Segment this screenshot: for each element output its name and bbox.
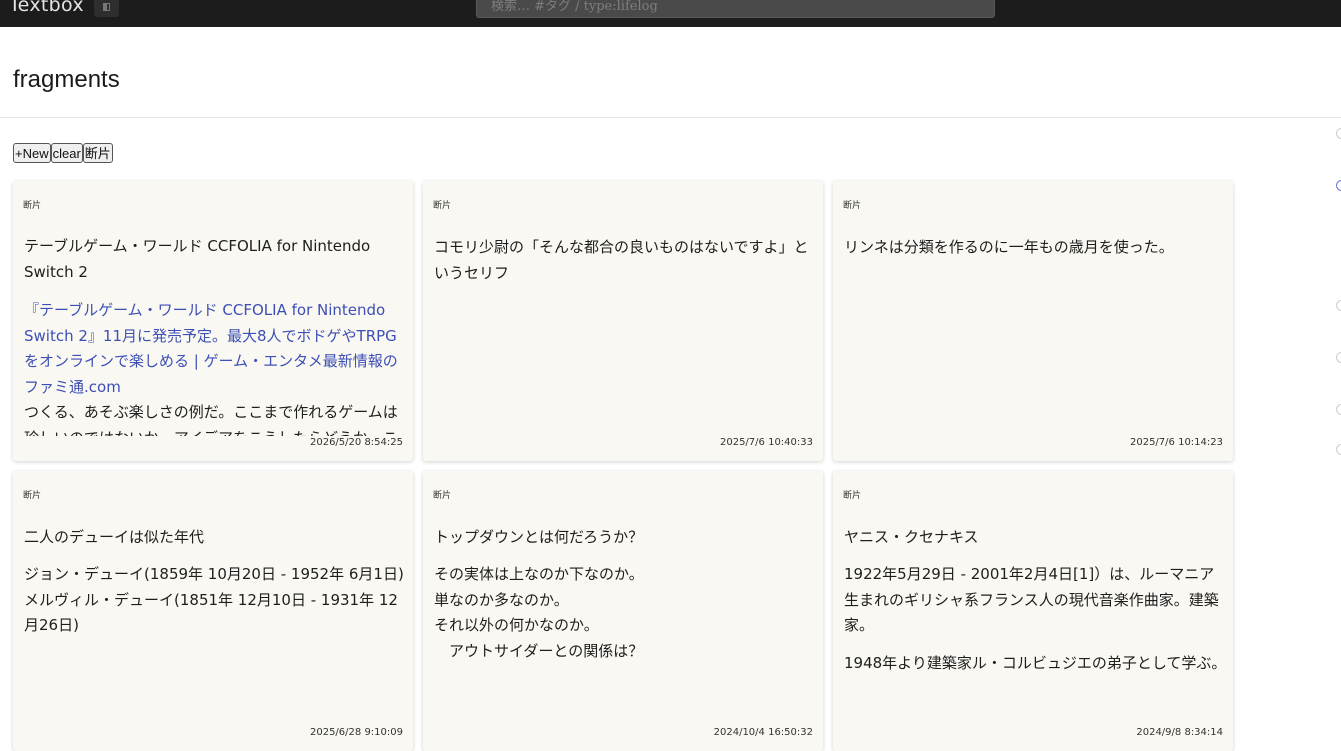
- card-title: ヤニス・クセナキス: [844, 528, 979, 546]
- card-paragraph: 1948年より建築家ル・コルビュジエの弟子として学ぶ。: [844, 653, 1227, 672]
- card-date: 2024/10/4 16:50:32: [709, 727, 813, 738]
- card-title: コモリ少尉の「そんな都合の良いものはないですよ」というセリフ: [434, 238, 809, 282]
- fragment-card[interactable]: 断片 コモリ少尉の「そんな都合の良いものはないですよ」というセリフ 2025/7…: [423, 181, 823, 461]
- sidebar-icon: [103, 3, 110, 11]
- card-line: メルヴィル・デューイ(1851年 12月10日 - 1931年 12月26日): [24, 590, 398, 635]
- edge-control[interactable]: [1336, 180, 1341, 191]
- page-title: fragments: [13, 66, 120, 93]
- card-tag: 断片: [23, 201, 42, 211]
- edge-control[interactable]: [1336, 352, 1341, 363]
- card-title: トップダウンとは何だろうか？: [434, 528, 644, 546]
- card-paragraph: 1922年5月29日 - 2001年2月4日[1]）は、ルーマニア生まれのギリシ…: [844, 565, 1219, 634]
- card-body: ジョン・デューイ(1859年 10月20日 - 1952年 6月1日) メルヴィ…: [24, 562, 409, 639]
- card-date: 2025/6/28 9:10:09: [305, 727, 403, 738]
- card-tag: 断片: [843, 201, 862, 211]
- card-line: 単なのか多なのか。: [434, 590, 569, 609]
- divider: [0, 117, 1341, 118]
- edge-control[interactable]: [1336, 300, 1341, 311]
- card-line: ジョン・デューイ(1859年 10月20日 - 1952年 6月1日): [24, 565, 404, 583]
- card-date: 2025/7/6 10:14:23: [1125, 437, 1223, 448]
- card-tag: 断片: [843, 491, 862, 501]
- edge-control[interactable]: [1336, 444, 1341, 455]
- app-title: Textbox: [9, 0, 84, 16]
- card-body: その実体は上なのか下なのか。 単なのか多なのか。 それ以外の何かなのか。 アウト…: [434, 562, 819, 664]
- fragment-card[interactable]: 断片 ヤニス・クセナキス 1922年5月29日 - 2001年2月4日[1]）は…: [833, 471, 1233, 751]
- card-line: それ以外の何かなのか。: [434, 616, 599, 634]
- edge-control[interactable]: [1336, 404, 1341, 415]
- edge-control[interactable]: [1336, 128, 1341, 139]
- card-date: 2026/5/20 8:54:25: [305, 437, 403, 448]
- fragment-card[interactable]: 断片 テーブルゲーム・ワールド CCFOLIA for Nintendo Swi…: [13, 181, 413, 461]
- card-date: 2025/7/6 10:40:33: [715, 437, 813, 448]
- card-title: リンネは分類を作るのに一年もの歳月を使った。: [844, 238, 1174, 256]
- card-body: 1922年5月29日 - 2001年2月4日[1]）は、ルーマニア生まれのギリシ…: [844, 562, 1229, 688]
- card-body: 『テーブルゲーム・ワールド CCFOLIA for Nintendo Switc…: [24, 298, 409, 436]
- top-bar: Textbox: [0, 0, 1341, 27]
- clear-button[interactable]: clear: [50, 143, 83, 163]
- card-line: アウトサイダーとの関係は？: [434, 641, 644, 660]
- card-tag: 断片: [433, 201, 452, 211]
- card-date: 2024/9/8 8:34:14: [1132, 727, 1223, 738]
- sidebar-toggle-button[interactable]: [94, 0, 119, 17]
- new-button[interactable]: +New: [13, 143, 51, 163]
- search-input[interactable]: [476, 0, 995, 18]
- fragment-card[interactable]: 断片 トップダウンとは何だろうか？ その実体は上なのか下なのか。 単なのか多なの…: [423, 471, 823, 751]
- card-tag: 断片: [433, 491, 452, 501]
- filter-fragment-button[interactable]: 断片: [82, 143, 113, 163]
- fragment-card[interactable]: 断片 リンネは分類を作るのに一年もの歳月を使った。 2025/7/6 10:14…: [833, 181, 1233, 461]
- card-link[interactable]: 『テーブルゲーム・ワールド CCFOLIA for Nintendo Switc…: [24, 298, 409, 400]
- card-title: テーブルゲーム・ワールド CCFOLIA for Nintendo Switch…: [24, 237, 371, 281]
- card-tag: 断片: [23, 491, 42, 501]
- card-text: つくる、あそぶ楽しさの例だ。ここまで作れるゲームは珍しいのではないか。アイデアを…: [24, 403, 398, 436]
- toolbar: +New clear 断片: [13, 143, 113, 163]
- card-title: 二人のデューイは似た年代: [24, 528, 205, 546]
- fragment-card[interactable]: 断片 二人のデューイは似た年代 ジョン・デューイ(1859年 10月20日 - …: [13, 471, 413, 751]
- card-line: その実体は上なのか下なのか。: [434, 565, 644, 583]
